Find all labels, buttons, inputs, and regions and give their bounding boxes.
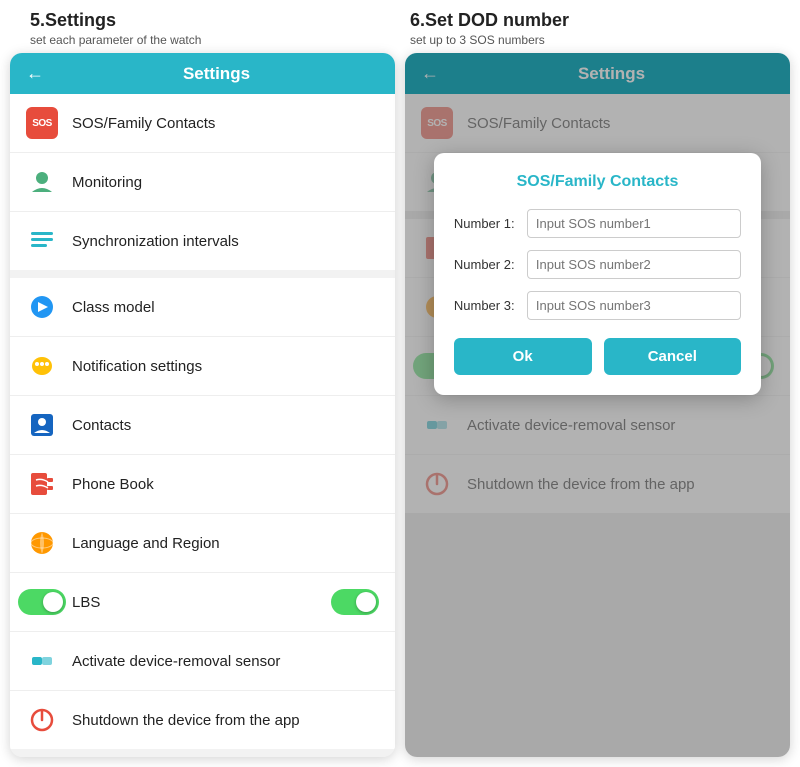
lbs-label: LBS (72, 594, 317, 611)
shutdown-icon (26, 704, 58, 736)
dialog-overlay: SOS/Family Contacts Number 1: Number 2: … (405, 53, 790, 757)
menu-item-sensor[interactable]: Activate device-removal sensor (10, 632, 395, 691)
number1-label: Number 1: (454, 216, 519, 231)
right-section-title: 6.Set DOD number (410, 10, 770, 31)
lbs-toggle-right[interactable] (331, 589, 379, 615)
right-panel-wrapper: ← Settings SOS SOS/Family Contacts (405, 53, 790, 757)
monitoring-label: Monitoring (72, 174, 379, 191)
left-menu-list: SOS SOS/Family Contacts Monitoring (10, 94, 395, 757)
contacts-label: Contacts (72, 417, 379, 434)
shutdown-label: Shutdown the device from the app (72, 712, 379, 729)
number3-input[interactable] (527, 291, 741, 320)
contacts-icon (26, 409, 58, 441)
menu-item-sos[interactable]: SOS SOS/Family Contacts (10, 94, 395, 153)
lbs-toggle-left[interactable] (18, 589, 66, 615)
cancel-button[interactable]: Cancel (604, 338, 742, 375)
dialog-buttons: Ok Cancel (454, 338, 741, 375)
left-panel-header: ← Settings (10, 53, 395, 94)
number1-input[interactable] (527, 209, 741, 238)
menu-item-contacts[interactable]: Contacts (10, 396, 395, 455)
number3-label: Number 3: (454, 298, 519, 313)
class-label: Class model (72, 299, 379, 316)
menu-item-lbs[interactable]: LBS (10, 573, 395, 632)
left-section-title: 5.Settings (30, 10, 390, 31)
menu-item-monitoring[interactable]: Monitoring (10, 153, 395, 212)
class-icon (26, 291, 58, 323)
left-panel-title: Settings (54, 64, 379, 84)
notification-label: Notification settings (72, 358, 379, 375)
left-section-subtitle: set each parameter of the watch (30, 33, 390, 47)
sync-icon (26, 225, 58, 257)
language-label: Language and Region (72, 535, 379, 552)
left-section-header: 5.Settings set each parameter of the wat… (20, 10, 400, 47)
menu-section-top: SOS SOS/Family Contacts Monitoring (10, 94, 395, 270)
phonebook-icon (26, 468, 58, 500)
language-icon (26, 527, 58, 559)
lbs-icon (26, 586, 58, 618)
back-arrow-icon[interactable]: ← (26, 63, 44, 84)
left-panel: ← Settings SOS SOS/Family Contacts (10, 53, 395, 757)
menu-item-shutdown[interactable]: Shutdown the device from the app (10, 691, 395, 749)
sos-label: SOS/Family Contacts (72, 115, 379, 132)
sos-icon: SOS (26, 107, 58, 139)
dialog-title: SOS/Family Contacts (454, 173, 741, 191)
sensor-icon (26, 645, 58, 677)
menu-item-notification[interactable]: Notification settings (10, 337, 395, 396)
number2-input[interactable] (527, 250, 741, 279)
monitoring-icon (26, 166, 58, 198)
sensor-label: Activate device-removal sensor (72, 653, 379, 670)
sync-label: Synchronization intervals (72, 233, 379, 250)
menu-item-phonebook[interactable]: Phone Book (10, 455, 395, 514)
notification-icon (26, 350, 58, 382)
right-section-header: 6.Set DOD number set up to 3 SOS numbers (400, 10, 780, 47)
number2-label: Number 2: (454, 257, 519, 272)
dialog-field-1: Number 1: (454, 209, 741, 238)
menu-item-class[interactable]: Class model (10, 278, 395, 337)
menu-item-language[interactable]: Language and Region (10, 514, 395, 573)
right-section-subtitle: set up to 3 SOS numbers (410, 33, 770, 47)
phonebook-label: Phone Book (72, 476, 379, 493)
dialog-field-3: Number 3: (454, 291, 741, 320)
sos-dialog: SOS/Family Contacts Number 1: Number 2: … (434, 153, 761, 395)
ok-button[interactable]: Ok (454, 338, 592, 375)
dialog-field-2: Number 2: (454, 250, 741, 279)
menu-section-bottom: Class model Notification settings (10, 278, 395, 749)
menu-item-sync[interactable]: Synchronization intervals (10, 212, 395, 270)
